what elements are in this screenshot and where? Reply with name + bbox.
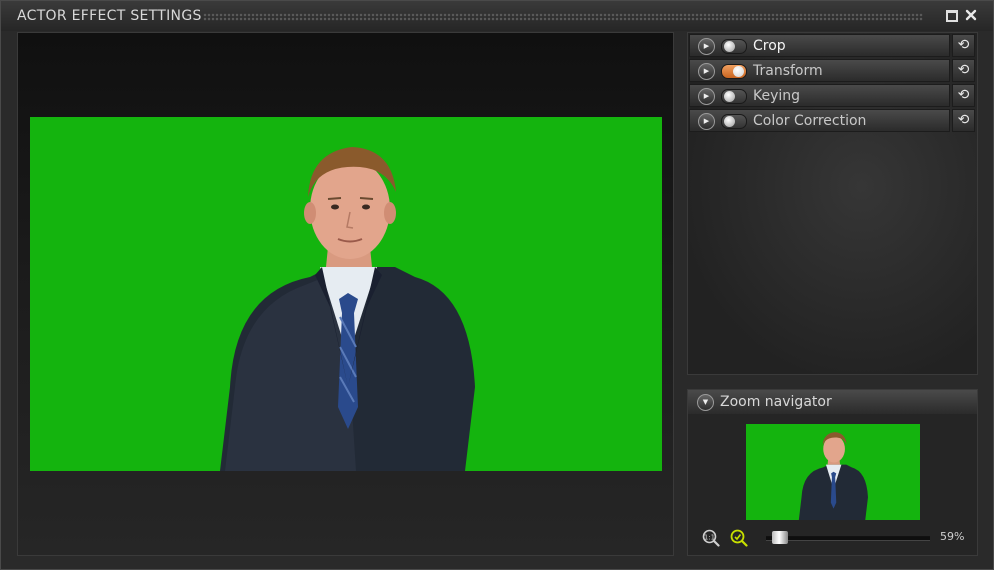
zoom-fit-icon[interactable]: 1:1 <box>702 529 720 547</box>
zoom-navigator-thumbnail[interactable] <box>746 424 920 520</box>
toggle-knob <box>724 91 735 102</box>
close-button[interactable] <box>963 7 979 23</box>
zoom-icon[interactable] <box>730 529 748 547</box>
reset-button[interactable]: ⟲ <box>952 59 975 82</box>
thumbnail-figure <box>798 432 868 520</box>
svg-text:1:1: 1:1 <box>704 534 715 542</box>
effect-header[interactable]: ▶ Color Correction <box>689 109 950 132</box>
effect-label: Transform <box>753 63 823 79</box>
zoom-navigator-panel: ▼ Zoom navigator 1:1 59% <box>687 389 978 556</box>
actor-effect-settings-window: ACTOR EFFECT SETTINGS ▶ Crop ⟲ ▶ Transfo… <box>0 0 994 570</box>
reset-icon: ⟲ <box>957 112 970 128</box>
effect-row-transform[interactable]: ▶ Transform ⟲ <box>689 59 975 82</box>
preview-viewer[interactable] <box>17 32 674 556</box>
zoom-navigator-header[interactable]: ▼ Zoom navigator <box>688 390 977 414</box>
effect-toggle[interactable] <box>721 39 747 54</box>
play-icon[interactable]: ▶ <box>698 38 715 55</box>
effects-panel: ▶ Crop ⟲ ▶ Transform ⟲ ▶ Keying ⟲ ▶ Colo… <box>687 32 978 375</box>
zoom-slider-handle[interactable] <box>772 531 788 544</box>
play-icon[interactable]: ▶ <box>698 88 715 105</box>
effect-header[interactable]: ▶ Keying <box>689 84 950 107</box>
maximize-icon <box>946 10 958 22</box>
reset-icon: ⟲ <box>957 87 970 103</box>
reset-button[interactable]: ⟲ <box>952 84 975 107</box>
reset-button[interactable]: ⟲ <box>952 109 975 132</box>
play-icon[interactable]: ▶ <box>698 63 715 80</box>
close-icon <box>965 9 977 21</box>
effect-label: Keying <box>753 88 801 104</box>
title-bar[interactable]: ACTOR EFFECT SETTINGS <box>1 1 993 31</box>
preview-image <box>30 117 662 471</box>
zoom-slider[interactable] <box>766 531 930 544</box>
toggle-knob <box>724 41 735 52</box>
chevron-down-icon[interactable]: ▼ <box>697 394 714 411</box>
play-icon[interactable]: ▶ <box>698 113 715 130</box>
maximize-button[interactable] <box>944 7 960 23</box>
presenter-figure <box>220 147 475 471</box>
effect-toggle[interactable] <box>721 64 747 79</box>
zoom-level-label: 59% <box>940 530 965 543</box>
effect-row-keying[interactable]: ▶ Keying ⟲ <box>689 84 975 107</box>
effect-label: Crop <box>753 38 786 54</box>
effect-row-color-correction[interactable]: ▶ Color Correction ⟲ <box>689 109 975 132</box>
effect-toggle[interactable] <box>721 89 747 104</box>
window-title: ACTOR EFFECT SETTINGS <box>17 8 202 24</box>
effect-row-crop[interactable]: ▶ Crop ⟲ <box>689 34 975 57</box>
effect-toggle[interactable] <box>721 114 747 129</box>
effect-header[interactable]: ▶ Crop <box>689 34 950 57</box>
zoom-navigator-title: Zoom navigator <box>720 394 832 410</box>
effect-header[interactable]: ▶ Transform <box>689 59 950 82</box>
effect-label: Color Correction <box>753 113 867 129</box>
toggle-knob <box>733 66 744 77</box>
reset-icon: ⟲ <box>957 62 970 78</box>
reset-icon: ⟲ <box>957 37 970 53</box>
title-grip[interactable] <box>203 13 923 21</box>
toggle-knob <box>724 116 735 127</box>
reset-button[interactable]: ⟲ <box>952 34 975 57</box>
